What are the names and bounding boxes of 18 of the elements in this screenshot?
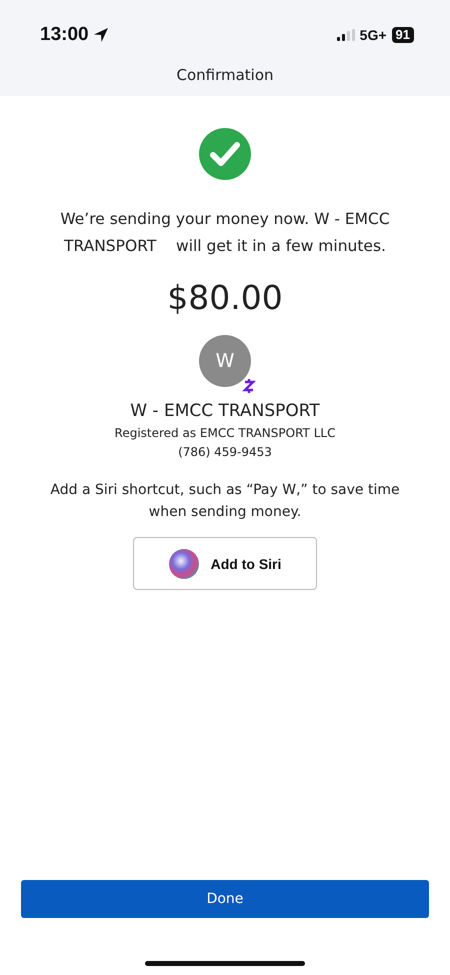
amount: $80.00 [167,278,283,317]
clock-time: 13:00 [40,24,89,46]
avatar: W [199,335,251,387]
battery-indicator: 91 [392,27,414,43]
add-to-siri-button[interactable]: Add to Siri [133,537,317,590]
siri-orb-icon [168,548,199,578]
screen-title: Confirmation [175,66,275,84]
phone-number: (786) 459-9453 [178,445,272,459]
check-icon [199,128,251,180]
status-message: We’re sending your money now. W - EMCC TRANSPORT will get it in a few minutes. [59,209,391,257]
siri-hint: Add a Siri shortcut, such as “Pay W,” to save time when sending money. [49,481,401,522]
done-button[interactable]: Done [21,880,429,918]
location-arrow-icon [92,27,109,43]
dollar-badge-icon [241,377,257,395]
recipient-name: W - EMCC TRANSPORT [130,401,320,421]
registered-name: Registered as EMCC TRANSPORT LLC [114,426,336,440]
network-label: 5G+ [360,27,387,43]
signal-icon [336,29,355,41]
